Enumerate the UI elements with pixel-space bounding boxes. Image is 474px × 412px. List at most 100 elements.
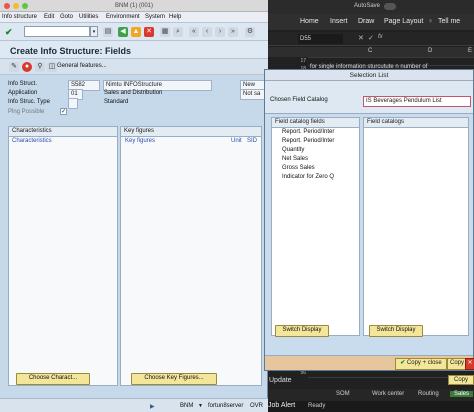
check-icon: ✔ (400, 360, 406, 366)
next-page-icon[interactable]: › (215, 27, 225, 37)
first-page-icon[interactable]: « (189, 27, 199, 37)
enter-check-icon[interactable]: ✔ (5, 27, 15, 37)
status-bar: ▶ BNM ▼ fortun8server OVR (0, 398, 268, 412)
minimize-window-icon[interactable] (13, 3, 19, 9)
row-header[interactable]: 17 (296, 58, 306, 64)
status-system: BNM (180, 403, 194, 409)
info-struct-label: Info Struct. (8, 81, 38, 87)
menu-environment[interactable]: Environment (106, 14, 140, 20)
characteristics-group: Characteristics Characteristics Choose C… (8, 126, 118, 386)
sheet-tab-som[interactable]: SOM (336, 391, 350, 397)
unit-column-header[interactable]: Unit (231, 138, 242, 144)
tab-page-layout[interactable]: Page Layout (384, 18, 423, 25)
sheet-tabs: SOM Work center Routing Sales (268, 389, 474, 401)
close-window-icon[interactable] (4, 3, 10, 9)
list-item[interactable]: Net Sales (282, 156, 308, 162)
find-icon[interactable]: ⌕ (173, 27, 183, 37)
confirm-icon[interactable]: ✓ (368, 34, 374, 42)
maximize-window-icon[interactable] (22, 3, 28, 9)
copy-close-button[interactable]: ✔ Copy + close (395, 358, 447, 370)
sheet-tab-sales[interactable]: Sales (450, 391, 474, 397)
name-box[interactable]: D55 (298, 34, 343, 44)
dialog-button-bar: ✔ Copy + close Copy ✕ (265, 355, 474, 370)
selection-list-dialog: Selection List Chosen Field Catalog IS B… (264, 69, 474, 371)
choose-key-figures-button[interactable]: Choose Key Figures... (131, 373, 217, 385)
delete-icon[interactable]: ● (22, 62, 32, 72)
characteristics-group-title: Characteristics (9, 127, 117, 137)
tell-me-icon[interactable]: ♀ (428, 18, 433, 25)
tab-draw[interactable]: Draw (358, 18, 374, 25)
sheet-tab-work-center[interactable]: Work center (372, 391, 404, 397)
check-object-icon[interactable]: ⚲ (35, 62, 45, 72)
menu-edit[interactable]: Edit (44, 14, 54, 20)
list-item[interactable]: Gross Sales (282, 165, 315, 171)
application-description: Sales and Distribution (104, 90, 163, 96)
copy-button-behind[interactable]: Copy (448, 375, 474, 385)
key-figures-group-title: Key figures (121, 127, 261, 137)
planning-possible-checkbox[interactable]: ✓ (60, 108, 67, 115)
function-icon[interactable]: fx (378, 34, 383, 40)
back-icon[interactable]: ◀ (118, 27, 128, 37)
close-dialog-icon[interactable]: ✕ (465, 358, 474, 370)
sap-titlebar: BNM (1) (001) (0, 0, 268, 12)
general-features-icon[interactable]: ◫ (47, 62, 57, 72)
sap-window: BNM (1) (001) Info structure Edit Goto U… (0, 0, 270, 412)
list-item[interactable]: Report. Period/Inter (282, 138, 334, 144)
dialog-header-area: Chosen Field Catalog IS Beverages Pendul… (265, 81, 473, 114)
application-toolbar: ✎ ● ⚲ ◫ General features... (0, 59, 268, 75)
chosen-field-catalog-field[interactable]: IS Beverages Pendulum List (363, 96, 471, 107)
choose-characteristics-button[interactable]: Choose Charact... (16, 373, 90, 385)
menu-utilities[interactable]: Utilities (79, 14, 98, 20)
autosave-toggle[interactable] (384, 3, 396, 10)
list-item[interactable]: Quantity (282, 147, 304, 153)
menu-info-structure[interactable]: Info structure (2, 14, 37, 20)
switch-display-left-button[interactable]: Switch Display (275, 325, 329, 337)
switch-display-right-button[interactable]: Switch Display (369, 325, 423, 337)
column-header[interactable]: D (428, 48, 432, 54)
key-figures-list-header[interactable]: Key figures (125, 138, 155, 144)
server-dropdown-icon[interactable]: ▼ (198, 403, 203, 409)
job-alert-label: Job Alert (268, 402, 296, 409)
tab-home[interactable]: Home (300, 18, 319, 25)
column-headers: C D E (268, 47, 474, 57)
list-item[interactable]: Indicator for Zero Q (282, 174, 334, 180)
key-figures-group: Key figures Key figures Unit SID Choose … (120, 126, 262, 386)
display-change-icon[interactable]: ✎ (9, 62, 19, 72)
print-icon[interactable]: ▦ (160, 27, 170, 37)
cancel-icon[interactable]: ✕ (144, 27, 154, 37)
sheet-tab-routing[interactable]: Routing (418, 391, 439, 397)
page-header: Create Info Structure: Fields (0, 41, 268, 59)
sid-column-header[interactable]: SID (247, 138, 257, 144)
save-icon[interactable]: ▤ (103, 27, 113, 37)
column-header[interactable]: E (468, 48, 472, 54)
exit-icon[interactable]: ▲ (131, 27, 141, 37)
characteristics-list-header[interactable]: Characteristics (12, 138, 52, 144)
status-triangle-icon[interactable]: ▶ (150, 403, 155, 410)
column-header[interactable]: C (368, 48, 372, 54)
menu-system[interactable]: System (145, 14, 165, 20)
field-catalogs-title: Field catalogs (364, 118, 468, 128)
tab-insert[interactable]: Insert (330, 18, 348, 25)
general-features-button[interactable]: General features... (57, 63, 107, 69)
cancel-icon[interactable]: ✕ (358, 34, 364, 42)
menu-goto[interactable]: Goto (60, 14, 73, 20)
list-item[interactable]: Report. Period/Inter (282, 129, 334, 135)
prev-page-icon[interactable]: ‹ (202, 27, 212, 37)
settings-icon[interactable]: ⚙ (245, 27, 255, 37)
application-label: Application (8, 90, 38, 96)
command-dropdown-icon[interactable]: ▾ (90, 26, 98, 37)
copy-button[interactable]: Copy (447, 358, 467, 370)
last-page-icon[interactable]: » (228, 27, 238, 37)
command-field[interactable] (24, 26, 90, 37)
menu-help[interactable]: Help (169, 14, 181, 20)
info-struc-type-field[interactable] (68, 98, 78, 109)
dialog-titlebar: Selection List (265, 70, 473, 81)
cell-text-update[interactable]: Update (269, 377, 292, 384)
excel-ribbon: Home Insert Draw Page Layout ♀ Tell me (268, 14, 474, 30)
chosen-field-catalog-label: Chosen Field Catalog (270, 97, 328, 103)
autosave-label: AutoSave (354, 3, 381, 9)
info-struc-type-description: Standard (104, 99, 129, 105)
field-catalog-fields-title: Field catalog fields (272, 118, 359, 128)
standard-toolbar: ✔ ▾ ▤ ◀ ▲ ✕ ▦ ⌕ « ‹ › » ⚙ (0, 23, 268, 41)
tell-me-search[interactable]: Tell me (438, 18, 460, 25)
